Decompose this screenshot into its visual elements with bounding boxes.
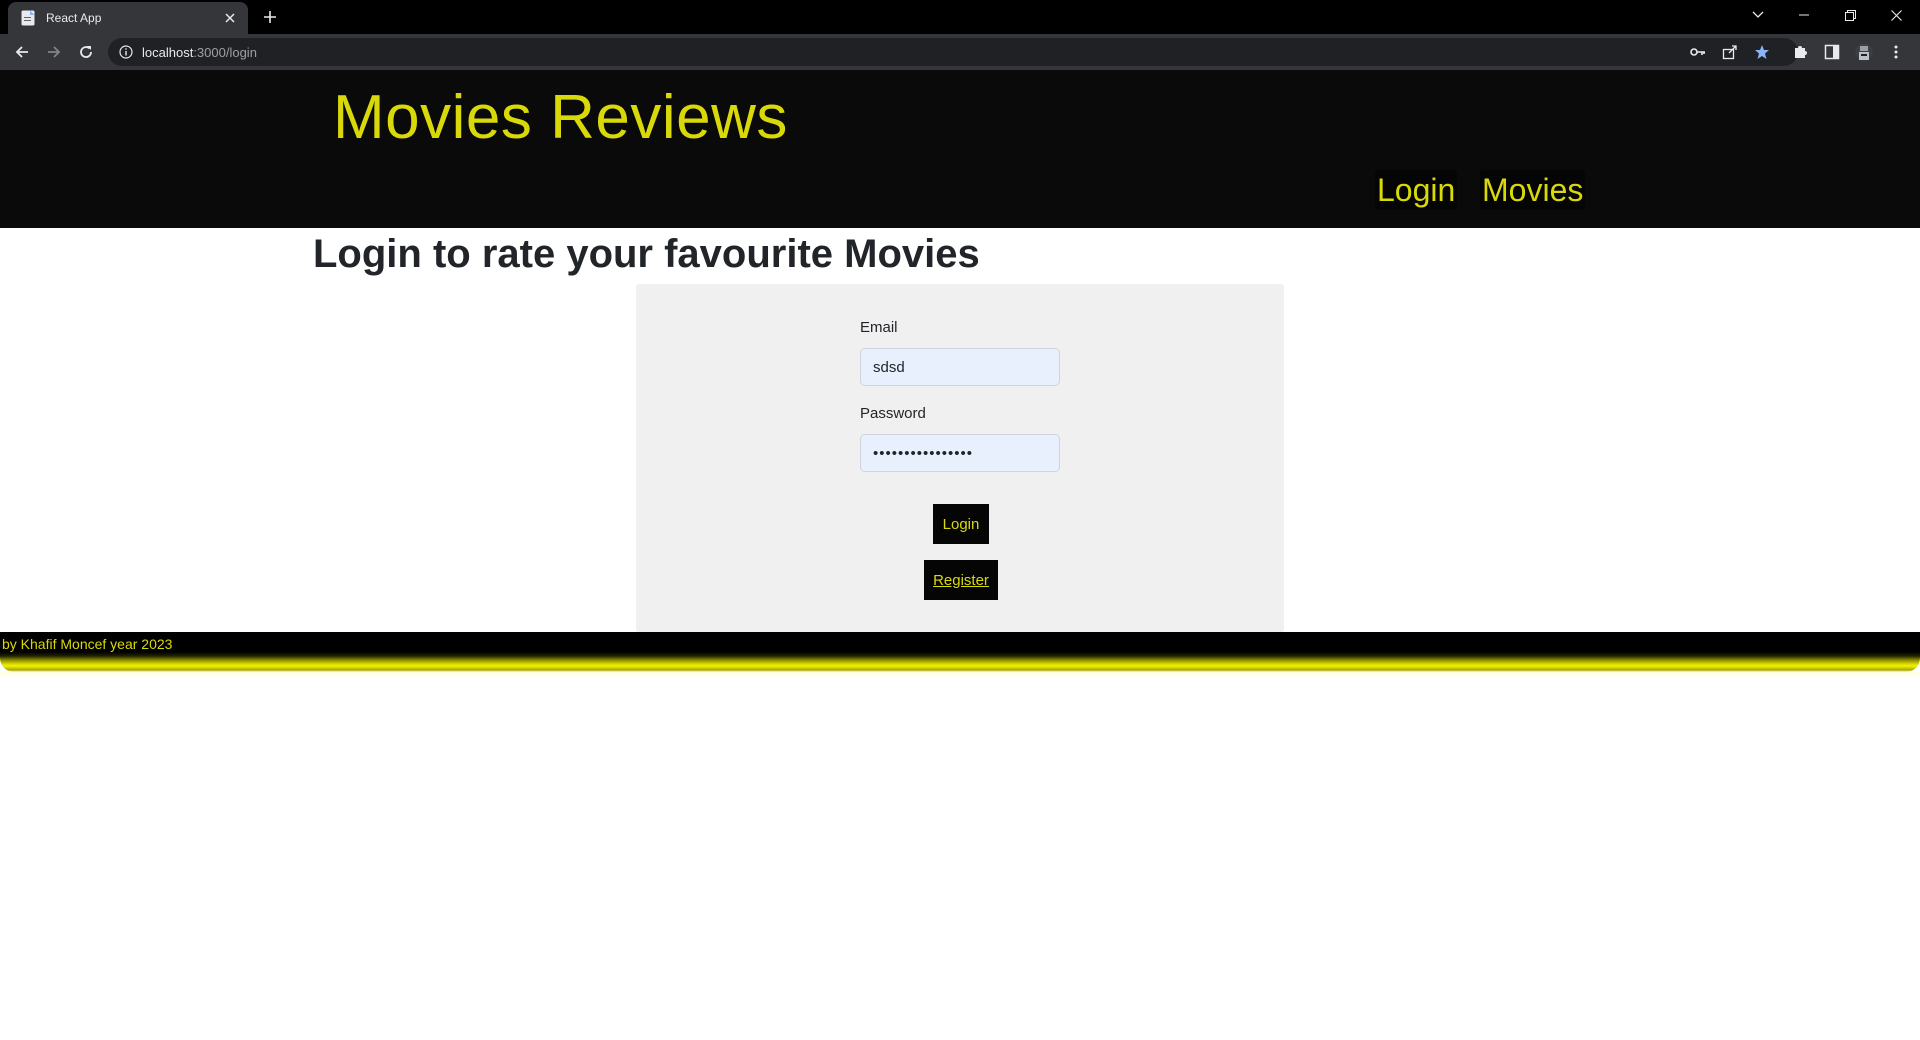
- new-tab-plus-icon[interactable]: [260, 7, 280, 27]
- footer-credit: by Khafif Moncef year 2023: [2, 636, 173, 652]
- email-field[interactable]: [860, 348, 1060, 386]
- password-field[interactable]: [860, 434, 1060, 472]
- forward-arrow-icon[interactable]: [42, 40, 66, 64]
- page-favicon-icon: [20, 10, 36, 26]
- close-icon[interactable]: [222, 10, 238, 26]
- extensions-puzzle-icon[interactable]: [1790, 42, 1810, 62]
- key-icon[interactable]: [1688, 42, 1708, 62]
- profile-avatar-icon[interactable]: [1854, 42, 1874, 62]
- address-bar[interactable]: localhost:3000/login: [108, 38, 1798, 66]
- browser-menu-icon[interactable]: [1886, 42, 1906, 62]
- restore-icon[interactable]: [1827, 0, 1873, 30]
- login-button[interactable]: Login: [933, 504, 989, 544]
- site-header: Movies Reviews Login Movies: [0, 70, 1920, 228]
- url-text[interactable]: localhost:3000/login: [142, 45, 257, 60]
- register-button[interactable]: Register: [924, 560, 998, 600]
- browser-tab-bar: React App: [0, 0, 1920, 34]
- site-footer: by Khafif Moncef year 2023: [0, 632, 1920, 672]
- window-close-icon[interactable]: [1873, 0, 1919, 30]
- register-button-label: Register: [933, 571, 989, 589]
- site-brand-title[interactable]: Movies Reviews: [333, 82, 788, 153]
- browser-toolbar: localhost:3000/login: [0, 34, 1920, 70]
- login-form-card: Email Password Login Register: [636, 284, 1284, 632]
- side-panel-icon[interactable]: [1822, 42, 1842, 62]
- minimize-icon[interactable]: [1781, 0, 1827, 30]
- browser-tab-active[interactable]: React App: [8, 2, 248, 34]
- reload-icon[interactable]: [74, 40, 98, 64]
- page-title: Login to rate your favourite Movies: [313, 232, 980, 276]
- site-info-icon[interactable]: [118, 44, 134, 60]
- bookmark-star-icon[interactable]: [1752, 42, 1772, 62]
- email-label: Email: [860, 319, 898, 336]
- tab-search-chevron-icon[interactable]: [1735, 0, 1781, 30]
- tab-title: React App: [46, 11, 102, 25]
- share-icon[interactable]: [1720, 42, 1740, 62]
- back-arrow-icon[interactable]: [10, 40, 34, 64]
- nav-link-movies[interactable]: Movies: [1480, 170, 1586, 210]
- footer-glow: [0, 672, 1920, 678]
- nav-link-login[interactable]: Login: [1375, 170, 1458, 210]
- password-label: Password: [860, 405, 926, 422]
